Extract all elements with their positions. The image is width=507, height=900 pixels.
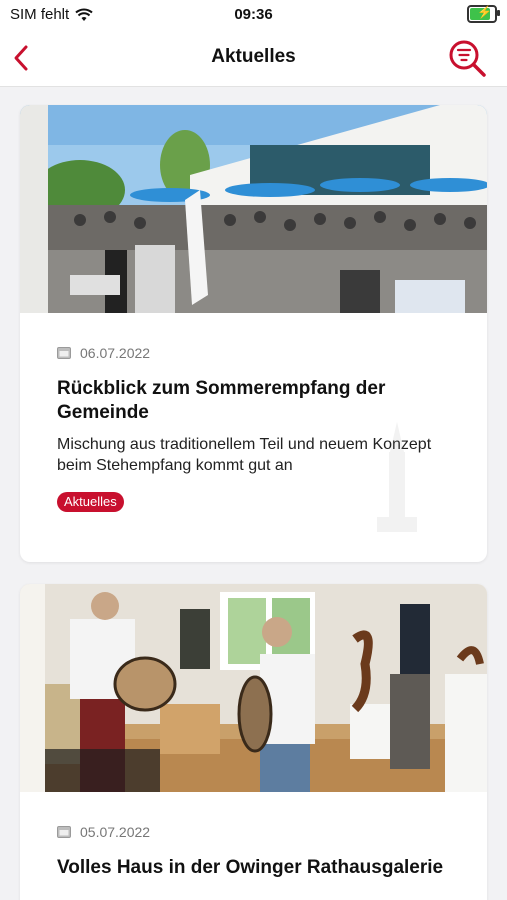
date-row: 06.07.2022: [57, 345, 457, 361]
status-bar: SIM fehlt 09:36 ⚡: [0, 0, 507, 30]
church-watermark-icon: [377, 422, 417, 532]
date-row: 05.07.2022: [57, 824, 457, 840]
clock: 09:36: [234, 6, 273, 23]
article-date: 05.07.2022: [80, 824, 151, 840]
search-filter-icon[interactable]: [447, 38, 489, 80]
calendar-icon: [57, 826, 71, 838]
news-card[interactable]: 05.07.2022 Volles Haus in der Owinger Ra…: [20, 584, 487, 900]
news-feed[interactable]: 06.07.2022 Rückblick zum Sommerempfang d…: [0, 87, 507, 900]
charging-bolt-icon: ⚡: [477, 5, 492, 19]
card-content: 05.07.2022 Volles Haus in der Owinger Ra…: [57, 824, 457, 880]
navigation-bar: Aktuelles: [0, 30, 507, 87]
article-title[interactable]: Rückblick zum Sommerempfang der Gemeinde: [57, 377, 457, 425]
battery-icon: ⚡: [467, 5, 500, 23]
calendar-icon: [57, 347, 71, 359]
article-title[interactable]: Volles Haus in der Owinger Rathausgaleri…: [57, 856, 457, 880]
news-card[interactable]: 06.07.2022 Rückblick zum Sommerempfang d…: [20, 105, 487, 562]
article-photo-town-hall-gallery: [20, 584, 487, 792]
article-date: 06.07.2022: [80, 345, 151, 361]
article-photo-summer-reception: [20, 105, 487, 313]
page-title: Aktuelles: [211, 46, 296, 67]
category-tag[interactable]: Aktuelles: [57, 492, 124, 512]
